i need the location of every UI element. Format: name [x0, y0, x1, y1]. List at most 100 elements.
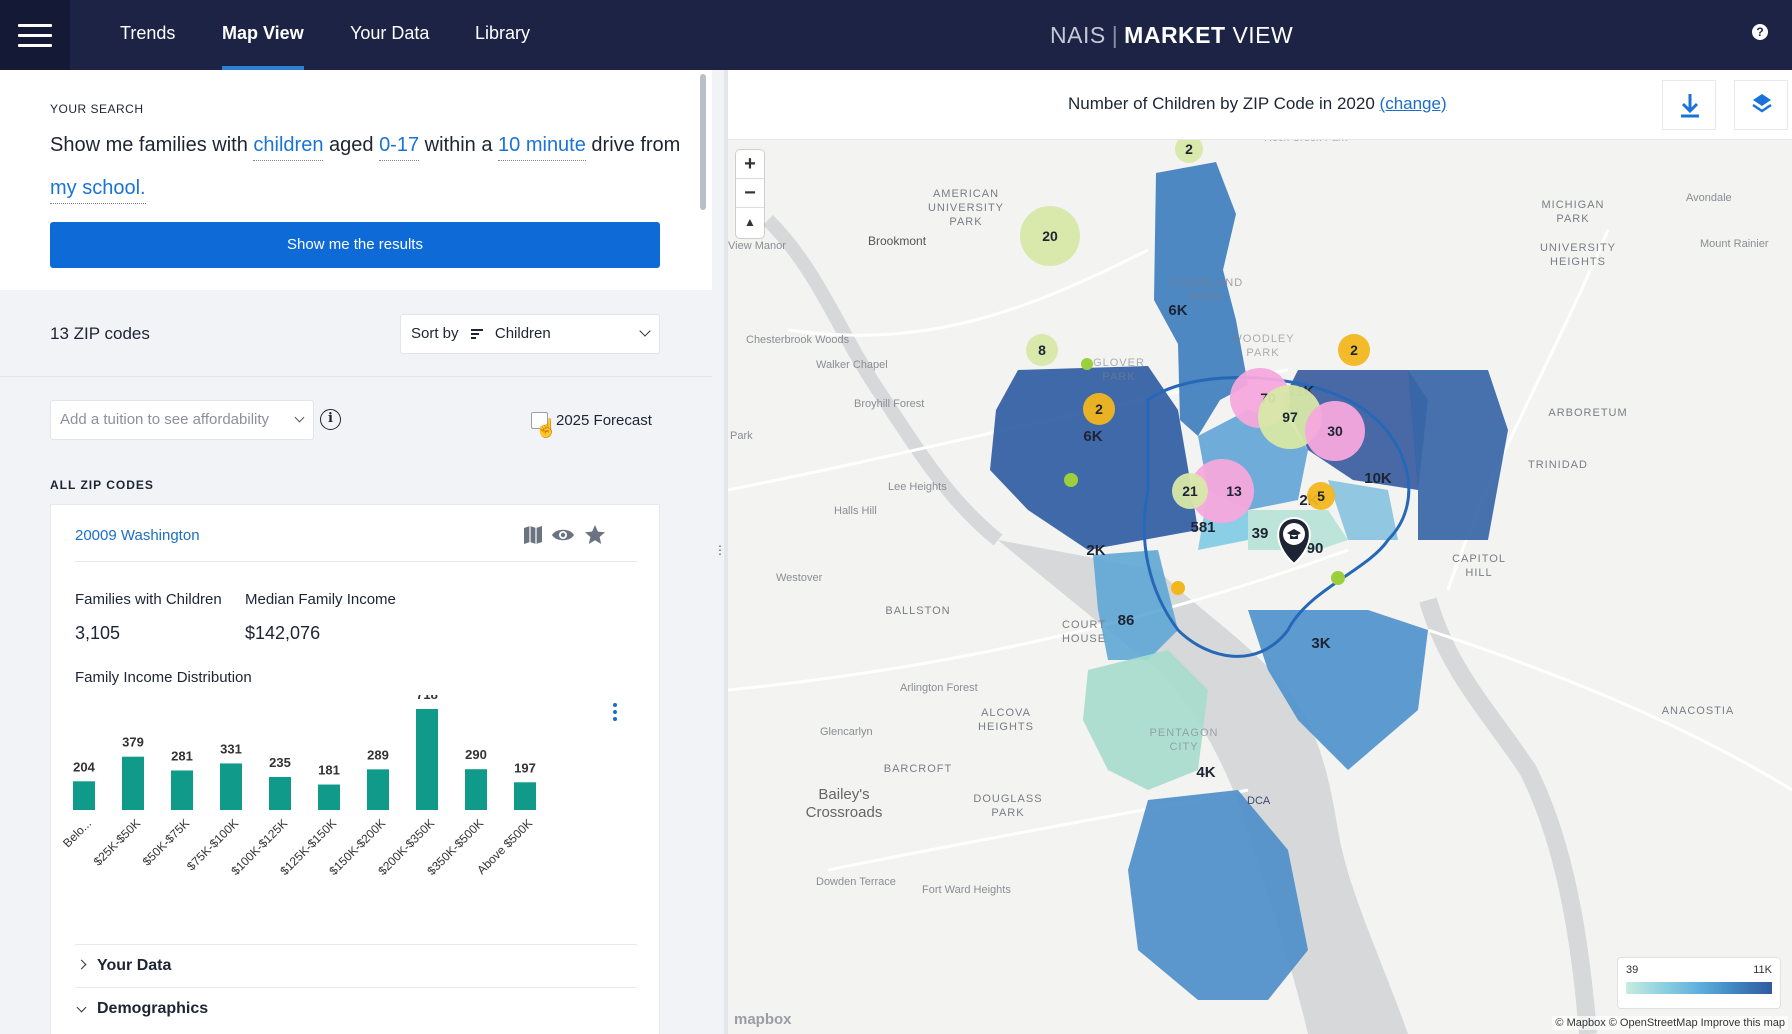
zip-value-label: 581 — [1190, 519, 1215, 536]
zip-value-label: 86 — [1118, 612, 1135, 629]
map-canvas[interactable]: 6K6K11K10K2K2K5813990863K4K 220822709730… — [728, 70, 1792, 1034]
chart-data-label: 197 — [514, 760, 536, 775]
menu-icon[interactable] — [0, 0, 70, 70]
eye-icon[interactable] — [551, 523, 575, 547]
families-value: 3,105 — [75, 623, 121, 643]
place-label: Broyhill Forest — [854, 398, 925, 410]
mapbox-logo[interactable]: mapbox — [734, 1011, 792, 1028]
airport-label: DCA — [1247, 795, 1271, 807]
area-label: GLOVER PARK — [1093, 357, 1145, 383]
scrollbar[interactable] — [700, 74, 706, 210]
chart-bar — [122, 756, 144, 810]
chart-data-label: 181 — [318, 763, 340, 778]
map-cluster-label: 13 — [1226, 483, 1242, 499]
tab-library[interactable]: Library — [475, 0, 530, 70]
chart-data-label: 281 — [171, 748, 193, 763]
sentence-text: aged — [323, 134, 380, 156]
zoom-in-button[interactable]: + — [736, 150, 764, 179]
place-label: Walker Chapel — [816, 359, 888, 371]
sentence-text: Show me families with — [50, 134, 254, 156]
divider — [0, 376, 712, 377]
audience-selector[interactable]: children — [253, 134, 324, 161]
drive-time-selector[interactable]: 10 minute — [498, 134, 586, 161]
forecast-label[interactable]: 2025 Forecast — [556, 412, 652, 429]
zip-card-title[interactable]: 20009 Washington — [75, 527, 200, 544]
change-link[interactable]: (change) — [1380, 94, 1447, 113]
legend-low: 39 — [1626, 964, 1639, 976]
sort-icon — [470, 327, 483, 341]
place-label: Bailey's Crossroads — [805, 786, 883, 821]
families-label: Families with Children — [75, 591, 222, 608]
top-nav-bar: Trends Map View Your Data Library NAIS | M… — [0, 0, 1792, 70]
map-panel: 6K6K11K10K2K2K5813990863K4K 220822709730… — [728, 70, 1792, 1034]
section-label: Your Data — [97, 957, 172, 974]
income-value: $142,076 — [245, 623, 321, 643]
area-label: AMERICAN UNIVERSITY PARK — [927, 188, 1004, 228]
search-heading: YOUR SEARCH — [50, 102, 144, 116]
compass-button[interactable]: ▲ — [736, 208, 764, 237]
resize-handle-icon[interactable]: ⋮ — [714, 543, 726, 557]
place-label: Dowden Terrace — [816, 876, 896, 888]
zip-value-label: 6K — [1168, 302, 1187, 319]
zip-value-label: 4K — [1196, 764, 1215, 781]
zip-value-label: 10K — [1364, 470, 1392, 487]
area-label: CAPITOL HILL — [1452, 553, 1506, 579]
area-label: CLEVELAND PARK — [1168, 277, 1244, 303]
sentence-text: drive from — [585, 134, 681, 156]
map-title-text: Number of Children by ZIP Code in 2020 — [1068, 94, 1375, 113]
sort-select[interactable]: Sort by Children — [400, 314, 660, 354]
income-label: Median Family Income — [245, 591, 396, 608]
place-label: Glencarlyn — [820, 726, 873, 738]
chart-data-label: 379 — [122, 735, 144, 750]
show-results-button[interactable]: Show me the results — [50, 222, 660, 268]
zip-card: 20009 Washington Families with Children … — [50, 504, 660, 1034]
tab-trends[interactable]: Trends — [120, 0, 175, 70]
place-label: Avondale — [1686, 192, 1732, 204]
map-cluster-label: 5 — [1317, 488, 1325, 504]
zip-value-label: 2K — [1086, 542, 1105, 559]
area-label: COURT HOUSE — [1061, 619, 1107, 645]
sort-value: Children — [494, 325, 551, 342]
school-pin-icon — [1277, 516, 1311, 566]
chevron-right-icon — [76, 959, 87, 970]
search-sentence: Show me families with children aged 0-17… — [50, 124, 690, 210]
info-icon[interactable]: i — [320, 409, 341, 430]
download-button[interactable] — [1662, 80, 1716, 130]
age-selector[interactable]: 0-17 — [379, 134, 420, 161]
star-icon[interactable] — [583, 523, 607, 547]
chart-bar — [367, 769, 389, 810]
brand-strong: MARKET — [1124, 22, 1226, 48]
section-your-data[interactable]: Your Data — [75, 946, 637, 986]
layers-icon — [1752, 94, 1772, 113]
map-point — [1064, 473, 1078, 487]
tuition-select[interactable]: Add a tuition to see affordability — [50, 400, 314, 440]
area-label: UNIVERSITY HEIGHTS — [1539, 242, 1616, 268]
chart-data-label: 289 — [367, 747, 389, 762]
place-label: Chesterbrook Woods — [746, 334, 850, 346]
area-label: DOUGLASS PARK — [973, 793, 1043, 819]
tab-your-data[interactable]: Your Data — [350, 0, 429, 70]
brand-logo: NAIS | MARKET VIEW — [1050, 22, 1294, 48]
chart-category-label: Belo... — [60, 816, 94, 850]
map-cluster-label: 2 — [1095, 401, 1103, 417]
place-label: Fort Ward Heights — [922, 884, 1011, 896]
tab-map-view[interactable]: Map View — [222, 0, 304, 70]
chevron-down-icon — [76, 1002, 87, 1013]
zip-value-label: 6K — [1083, 428, 1102, 445]
map-attribution[interactable]: © Mapbox © OpenStreetMap Improve this ma… — [1552, 1016, 1788, 1030]
tuition-placeholder: Add a tuition to see affordability — [60, 411, 270, 428]
area-label: PENTAGON CITY — [1149, 727, 1219, 753]
map-icon[interactable] — [521, 523, 545, 547]
chart-bar — [73, 781, 95, 810]
location-selector[interactable]: my school. — [50, 177, 146, 204]
help-icon[interactable]: ? — [1752, 24, 1768, 40]
zip-value-label: 39 — [1252, 525, 1269, 542]
chart-data-label: 718 — [416, 695, 438, 702]
layers-button[interactable] — [1734, 80, 1788, 130]
zoom-out-button[interactable]: − — [736, 179, 764, 208]
chart-data-label: 331 — [220, 741, 242, 756]
zip-count: 13 ZIP codes — [50, 324, 150, 343]
map-cluster-label: 2 — [1185, 141, 1193, 157]
section-demographics[interactable]: Demographics — [75, 989, 637, 1029]
place-label: Mount Rainier — [1700, 238, 1769, 250]
